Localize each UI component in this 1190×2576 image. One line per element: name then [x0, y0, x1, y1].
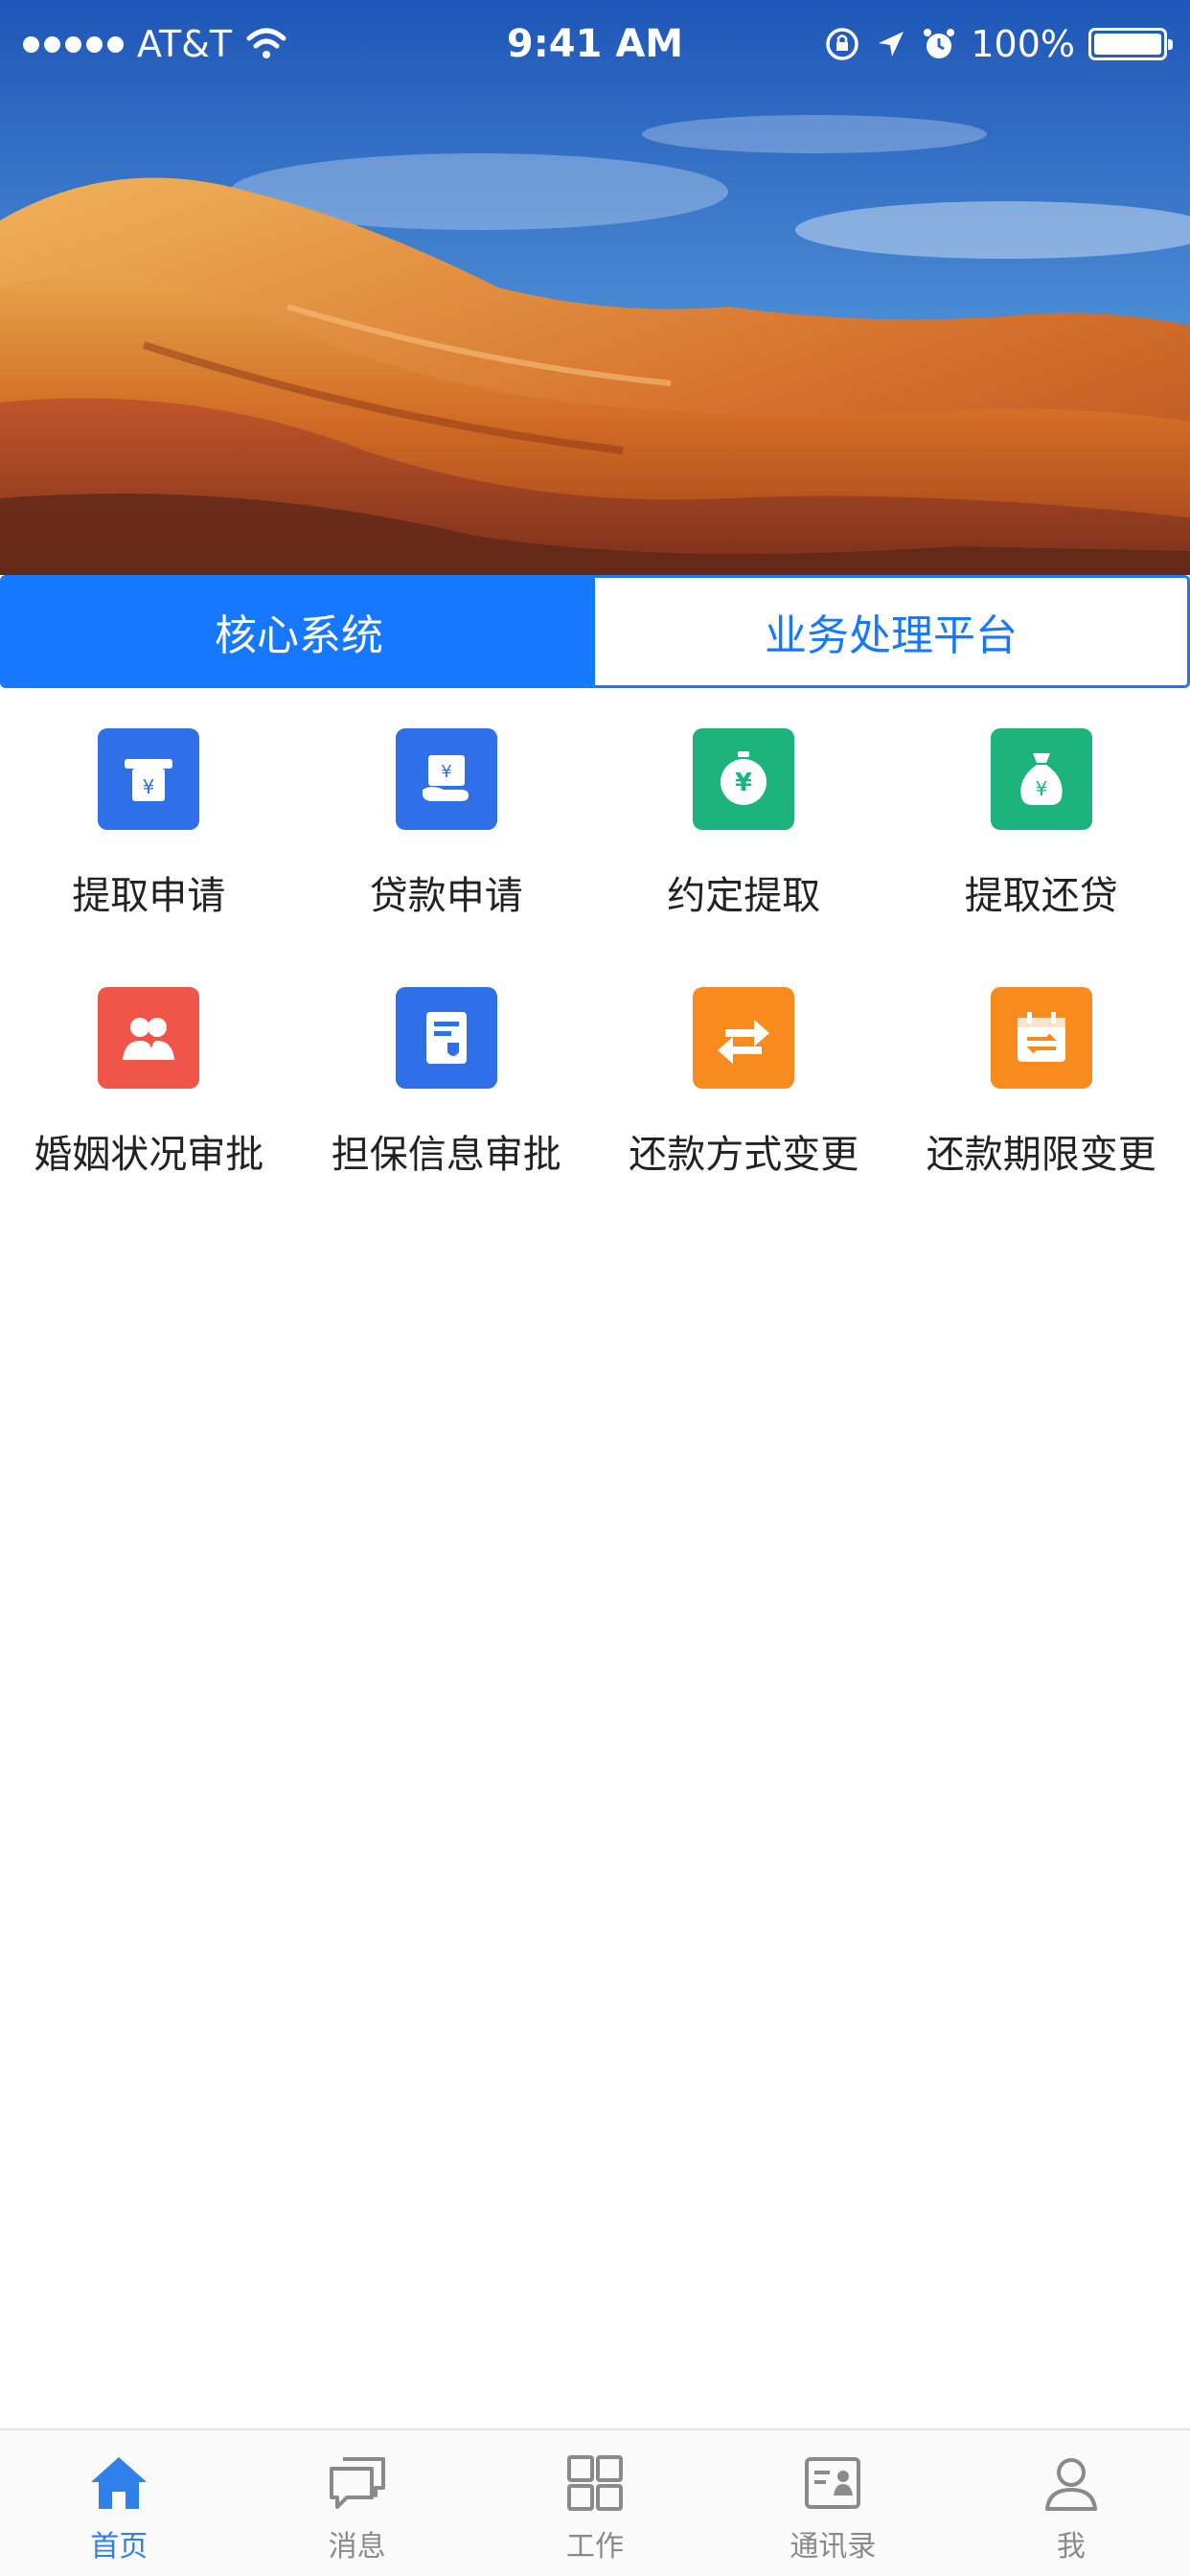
- guarantee-doc-icon: [395, 987, 497, 1089]
- grid-label: 还款方式变更: [629, 1133, 859, 1177]
- function-grid: ¥ 提取申请 ¥ 贷款申请 ¥ 约定提取 ¥ 提取还贷 婚姻状况审批 担保信息审…: [0, 728, 1190, 1179]
- status-bar: AT&T 9:41 AM 100%: [0, 0, 1190, 88]
- couple-icon: [98, 987, 200, 1089]
- nav-label: 首页: [90, 2530, 149, 2564]
- grid-label: 还款期限变更: [926, 1133, 1156, 1177]
- grid-label: 约定提取: [667, 874, 821, 918]
- atm-yuan-icon: ¥: [98, 728, 200, 830]
- alarm-icon: [924, 29, 955, 58]
- contacts-icon: [805, 2457, 861, 2509]
- grid-label: 提取还贷: [964, 874, 1118, 918]
- chat-icon: [329, 2457, 385, 2509]
- nav-label: 通讯录: [790, 2530, 877, 2564]
- grid-label: 贷款申请: [369, 874, 523, 918]
- nav-label: 工作: [566, 2530, 625, 2564]
- carrier-label: AT&T: [137, 23, 233, 65]
- grid-item-marriage-approval[interactable]: 婚姻状况审批: [0, 987, 298, 1179]
- tab-core-system[interactable]: 核心系统: [3, 578, 595, 685]
- svg-text:¥: ¥: [735, 769, 752, 797]
- wifi-icon: [246, 28, 286, 58]
- status-left: AT&T: [23, 23, 287, 65]
- svg-text:¥: ¥: [143, 775, 155, 798]
- system-tabs: 核心系统 业务处理平台: [0, 575, 1190, 688]
- home-icon: [91, 2457, 148, 2509]
- grid-item-scheduled-withdraw[interactable]: ¥ 约定提取: [595, 728, 893, 920]
- grid-item-repay-method-change[interactable]: 还款方式变更: [595, 987, 893, 1179]
- nav-item-work[interactable]: 工作: [476, 2430, 714, 2576]
- app-screen: AT&T 9:41 AM 100% 核心系统 业务处理平台 ¥ 提取申请 ¥ 贷…: [0, 0, 1190, 2576]
- grid-label: 婚姻状况审批: [34, 1133, 264, 1177]
- location-arrow-icon: [879, 32, 904, 57]
- nav-item-home[interactable]: 首页: [0, 2430, 238, 2576]
- person-icon: [1044, 2458, 1097, 2511]
- signal-strength-icon: [23, 35, 124, 53]
- status-right: 100%: [823, 23, 1173, 65]
- nav-item-messages[interactable]: 消息: [238, 2430, 475, 2576]
- nav-item-contacts[interactable]: 通讯录: [714, 2430, 951, 2576]
- grid-item-guarantee-approval[interactable]: 担保信息审批: [298, 987, 596, 1179]
- swap-arrows-icon: [693, 987, 795, 1089]
- svg-text:¥: ¥: [1035, 777, 1047, 800]
- grid-item-withdraw-repay[interactable]: ¥ 提取还贷: [893, 728, 1190, 920]
- grid-item-repay-term-change[interactable]: 还款期限变更: [893, 987, 1190, 1179]
- grid-item-loan-apply[interactable]: ¥ 贷款申请: [298, 728, 596, 920]
- money-bag-icon: ¥: [990, 728, 1092, 830]
- money-timer-icon: ¥: [693, 728, 795, 830]
- battery-percent: 100%: [971, 23, 1075, 65]
- nav-label: 我: [1056, 2530, 1086, 2564]
- grid-label: 担保信息审批: [331, 1133, 561, 1177]
- svg-text:¥: ¥: [441, 762, 451, 782]
- nav-label: 消息: [328, 2530, 386, 2564]
- tab-business-platform[interactable]: 业务处理平台: [595, 578, 1187, 685]
- calendar-swap-icon: [990, 987, 1092, 1089]
- hand-yuan-icon: ¥: [395, 728, 497, 830]
- bottom-nav: 首页 消息 工作 通讯录 我: [0, 2428, 1190, 2576]
- grid-item-withdraw-apply[interactable]: ¥ 提取申请: [0, 728, 298, 920]
- rotation-lock-icon: [826, 28, 859, 60]
- grid-label: 提取申请: [72, 874, 226, 918]
- battery-icon: [1088, 28, 1173, 60]
- grid-icon: [567, 2455, 624, 2511]
- nav-item-me[interactable]: 我: [952, 2430, 1190, 2576]
